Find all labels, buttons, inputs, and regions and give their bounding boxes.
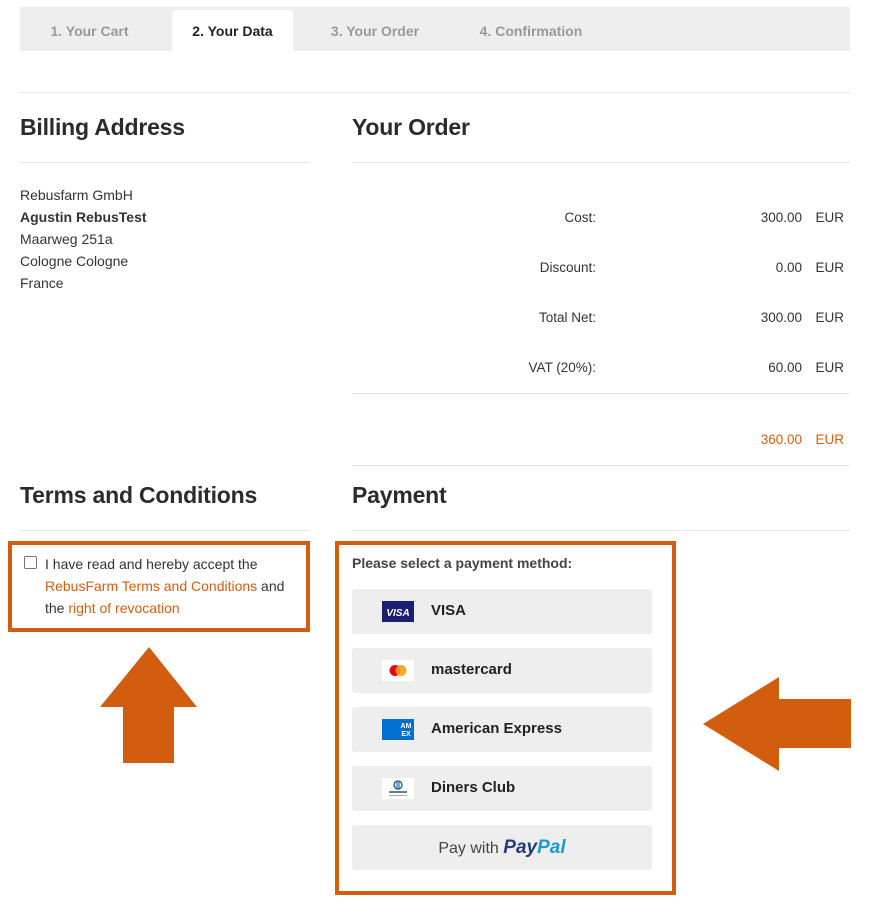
pay-visa-button[interactable]: VISA VISA — [352, 589, 652, 634]
order-currency: EUR — [815, 360, 844, 375]
order-value: 0.00 — [775, 260, 802, 275]
accept-terms-checkbox[interactable] — [24, 556, 37, 569]
order-row-discount: Discount: 0.00 EUR — [352, 260, 850, 280]
payment-method-name: Diners Club — [431, 779, 516, 796]
terms-highlight-box: I have read and hereby accept the RebusF… — [8, 541, 310, 632]
pay-amex-button[interactable]: AM EX American Express — [352, 707, 652, 752]
visa-logo-icon: VISA — [382, 601, 414, 622]
order-label: VAT (20%): — [528, 360, 596, 375]
billing-country: France — [20, 275, 64, 291]
billing-address: Rebusfarm GmbH Agustin RebusTest Maarweg… — [20, 184, 147, 294]
order-value: 300.00 — [760, 310, 802, 325]
divider — [352, 530, 850, 531]
paypal-logo-pay: Pay — [503, 837, 538, 858]
order-currency: EUR — [815, 310, 844, 325]
terms-text: I have read and hereby accept the RebusF… — [45, 553, 305, 619]
billing-company: Rebusfarm GmbH — [20, 187, 133, 203]
checkout-steps: 1. Your Cart 2. Your Data 3. Your Order … — [20, 7, 850, 51]
amex-logo-icon: AM EX — [382, 719, 414, 740]
terms-and-conditions-link[interactable]: RebusFarm Terms and Conditions — [45, 578, 257, 594]
billing-address-heading: Billing Address — [20, 114, 185, 140]
payment-highlight-box: Please select a payment method: VISA VIS… — [335, 541, 676, 895]
divider — [20, 92, 850, 93]
right-of-revocation-link[interactable]: right of revocation — [68, 600, 179, 616]
pay-mastercard-button[interactable]: mastercard — [352, 648, 652, 693]
order-value: 300.00 — [760, 210, 802, 225]
payment-method-name: VISA — [431, 602, 467, 619]
order-currency: EUR — [815, 210, 844, 225]
divider — [352, 162, 850, 163]
payment-method-name: American Express — [431, 720, 562, 737]
payment-method-name: mastercard — [431, 661, 512, 678]
paypal-logo-pal: Pal — [537, 837, 566, 858]
tab-your-order[interactable]: 3. Your Order — [318, 10, 432, 51]
terms-heading: Terms and Conditions — [20, 482, 258, 508]
up-arrow-annotation — [100, 647, 197, 763]
tab-your-cart[interactable]: 1. Your Cart — [32, 10, 147, 51]
order-row-cost: Cost: 300.00 EUR — [352, 210, 850, 230]
billing-street: Maarweg 251a — [20, 231, 113, 247]
pay-with-paypal-button[interactable]: Pay with PayPal — [352, 825, 652, 870]
payment-prompt: Please select a payment method: — [352, 555, 573, 571]
order-row-total-net: Total Net: 300.00 EUR — [352, 310, 850, 330]
divider — [20, 530, 310, 531]
diners-club-logo-icon — [382, 778, 414, 799]
tab-confirmation[interactable]: 4. Confirmation — [470, 10, 592, 51]
order-row-grand-total: 360.00 EUR — [352, 432, 850, 452]
left-arrow-annotation — [703, 677, 851, 771]
svg-text:EX: EX — [401, 731, 411, 738]
order-label: Discount: — [539, 260, 596, 275]
order-value: 60.00 — [768, 360, 802, 375]
order-currency: EUR — [815, 260, 844, 275]
billing-city: Cologne Cologne — [20, 253, 129, 269]
payment-heading: Payment — [352, 482, 447, 508]
order-label: Total Net: — [538, 310, 596, 325]
divider — [352, 393, 850, 394]
svg-text:AM: AM — [401, 723, 412, 730]
pay-diners-club-button[interactable]: Diners Club — [352, 766, 652, 811]
order-total-value: 360.00 — [760, 432, 802, 447]
order-label: Cost: — [564, 210, 596, 225]
billing-name: Agustin RebusTest — [20, 209, 147, 225]
divider — [352, 465, 850, 466]
tab-your-data[interactable]: 2. Your Data — [172, 10, 293, 51]
your-order-heading: Your Order — [352, 114, 470, 140]
paypal-prefix: Pay with — [438, 840, 504, 857]
svg-text:VISA: VISA — [386, 608, 409, 619]
terms-text-start: I have read and hereby accept the — [45, 556, 258, 572]
left-arrow-shape — [703, 677, 851, 771]
order-total-currency: EUR — [815, 432, 844, 447]
divider — [20, 162, 310, 163]
up-arrow-shape — [100, 647, 197, 763]
order-row-vat: VAT (20%): 60.00 EUR — [352, 360, 850, 380]
mastercard-logo-icon — [382, 660, 414, 681]
